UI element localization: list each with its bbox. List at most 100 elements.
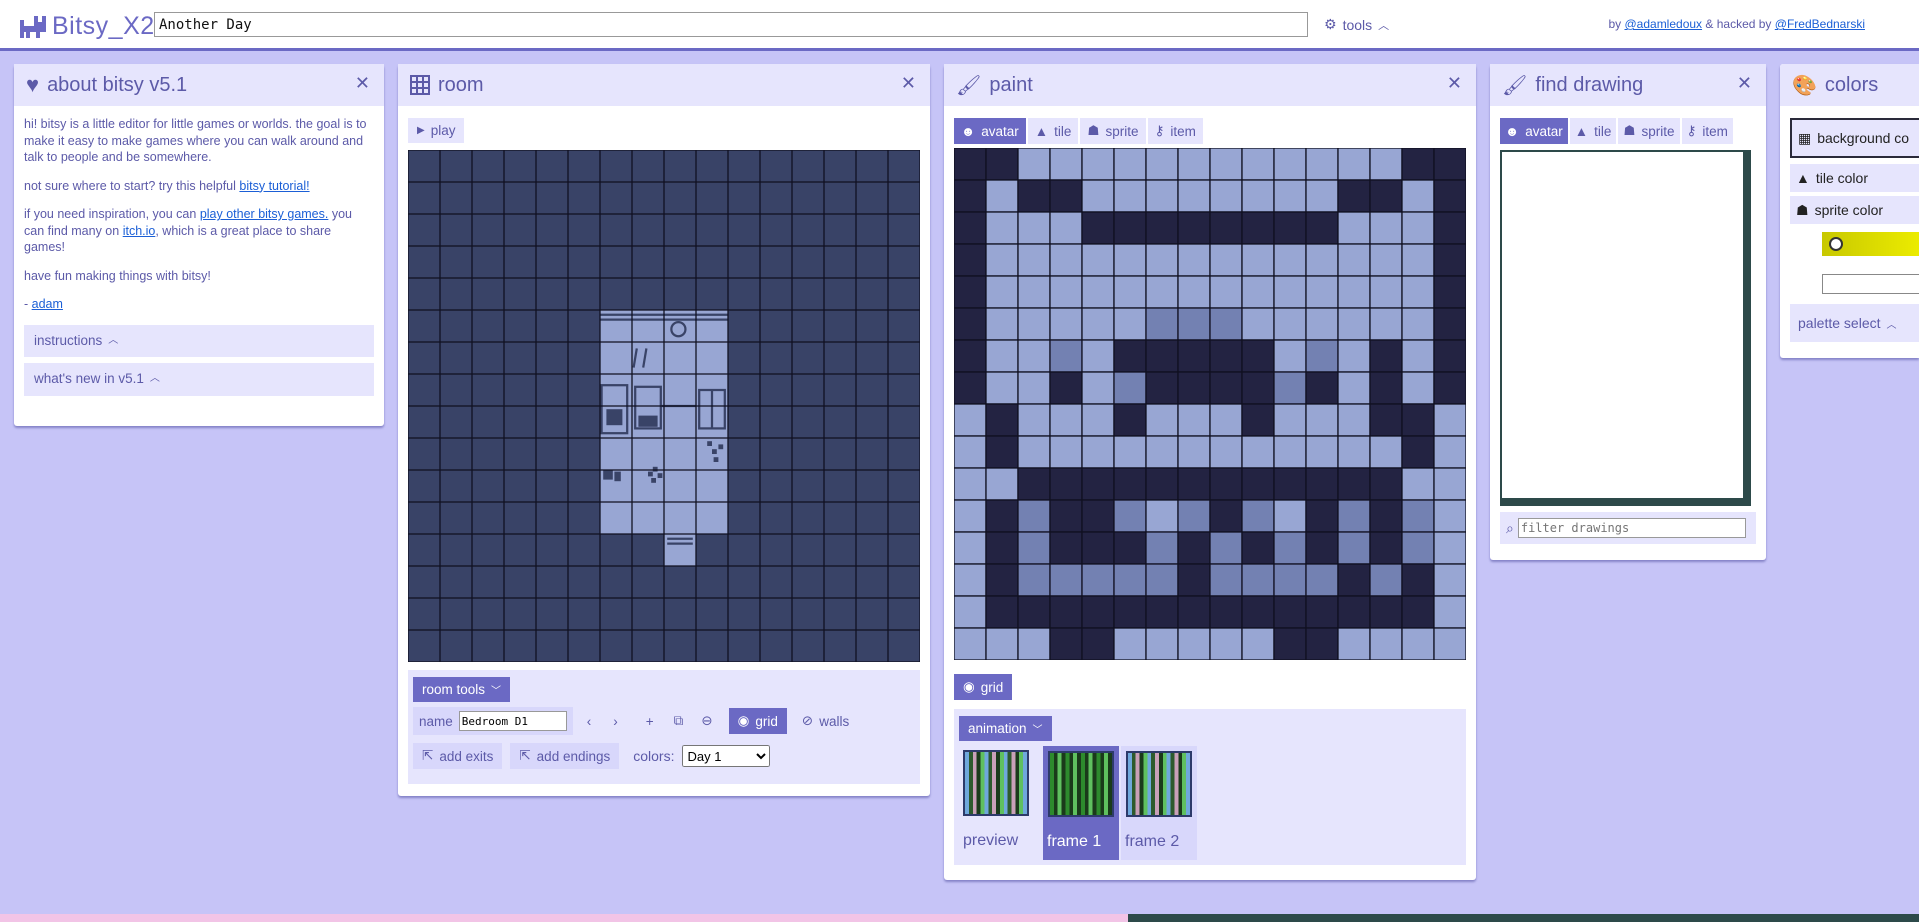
paint-pixel[interactable]: [985, 627, 1019, 660]
paint-pixel[interactable]: [1017, 307, 1051, 341]
hacker-link[interactable]: @FredBednarski: [1775, 17, 1865, 31]
paint-pixel[interactable]: [1273, 211, 1307, 245]
paint-pixel[interactable]: [954, 563, 987, 597]
itchio-link[interactable]: itch.io: [123, 224, 156, 238]
paint-pixel[interactable]: [1113, 371, 1147, 405]
instructions-toggle[interactable]: instructions ︿: [24, 324, 374, 357]
paint-pixel[interactable]: [1081, 371, 1115, 405]
close-icon[interactable]: ✕: [1737, 73, 1752, 94]
delete-room-icon[interactable]: ⊖: [695, 709, 719, 733]
paint-pixel[interactable]: [1241, 339, 1275, 373]
close-icon[interactable]: ✕: [355, 73, 370, 94]
paint-pixel[interactable]: [1209, 467, 1243, 501]
paint-pixel[interactable]: [1401, 243, 1435, 277]
paint-pixel[interactable]: [985, 179, 1019, 213]
paint-pixel[interactable]: [1305, 531, 1339, 565]
paint-pixel[interactable]: [1337, 531, 1371, 565]
paint-pixel[interactable]: [954, 275, 987, 309]
paint-pixel[interactable]: [954, 243, 987, 277]
paint-pixel[interactable]: [1305, 179, 1339, 213]
paint-pixel[interactable]: [1241, 499, 1275, 533]
paint-pixel[interactable]: [1177, 307, 1211, 341]
paint-pixel[interactable]: [1337, 467, 1371, 501]
paint-pixel[interactable]: [1401, 563, 1435, 597]
paint-pixel[interactable]: [1177, 243, 1211, 277]
paint-pixel[interactable]: [985, 275, 1019, 309]
paint-pixel[interactable]: [1049, 179, 1083, 213]
paint-pixel[interactable]: [1209, 627, 1243, 660]
paint-pixel[interactable]: [1017, 339, 1051, 373]
paint-pixel[interactable]: [1209, 371, 1243, 405]
paint-pixel[interactable]: [1273, 275, 1307, 309]
paint-pixel[interactable]: [985, 371, 1019, 405]
paint-pixel[interactable]: [1081, 563, 1115, 597]
paint-pixel[interactable]: [1433, 467, 1466, 501]
paint-pixel[interactable]: [1177, 435, 1211, 469]
paint-pixel[interactable]: [954, 307, 987, 341]
tab-item[interactable]: ⚷ item: [1147, 118, 1203, 144]
paint-pixel[interactable]: [1433, 403, 1466, 437]
duplicate-room-icon[interactable]: ⧉: [667, 709, 690, 733]
paint-pixel[interactable]: [1337, 307, 1371, 341]
paint-pixel[interactable]: [1145, 595, 1179, 629]
paint-pixel[interactable]: [1049, 148, 1083, 181]
paint-pixel[interactable]: [1369, 148, 1403, 181]
paint-pixel[interactable]: [1401, 275, 1435, 309]
paint-pixel[interactable]: [1337, 243, 1371, 277]
paint-pixel[interactable]: [1209, 148, 1243, 181]
paint-pixel[interactable]: [1017, 595, 1051, 629]
paint-pixel[interactable]: [954, 339, 987, 373]
paint-pixel[interactable]: [1401, 627, 1435, 660]
adam-link[interactable]: adam: [32, 297, 63, 311]
paint-pixel[interactable]: [1049, 243, 1083, 277]
paint-pixel[interactable]: [1273, 467, 1307, 501]
paint-pixel[interactable]: [1049, 627, 1083, 660]
paint-pixel[interactable]: [1209, 275, 1243, 309]
paint-pixel[interactable]: [1209, 595, 1243, 629]
paint-pixel[interactable]: [1305, 403, 1339, 437]
room-tools-button[interactable]: room tools ﹀: [413, 677, 511, 702]
paint-pixel[interactable]: [985, 499, 1019, 533]
paint-pixel[interactable]: [1209, 403, 1243, 437]
paint-pixel[interactable]: [1241, 531, 1275, 565]
paint-pixel[interactable]: [954, 179, 987, 213]
paint-pixel[interactable]: [1401, 339, 1435, 373]
paint-pixel[interactable]: [1337, 403, 1371, 437]
tab-tile[interactable]: ▲ tile: [1569, 118, 1617, 144]
paint-pixel[interactable]: [1273, 307, 1307, 341]
paint-pixel[interactable]: [1369, 467, 1403, 501]
drawing-list[interactable]: [1500, 150, 1751, 506]
paint-pixel[interactable]: [1273, 435, 1307, 469]
paint-pixel[interactable]: [1337, 499, 1371, 533]
paint-pixel[interactable]: [1049, 531, 1083, 565]
paint-pixel[interactable]: [1337, 179, 1371, 213]
paint-pixel[interactable]: [1081, 179, 1115, 213]
add-exits-button[interactable]: ⇱ add exits: [413, 743, 503, 769]
paint-pixel[interactable]: [1241, 403, 1275, 437]
paint-pixel[interactable]: [1145, 499, 1179, 533]
paint-pixel[interactable]: [1401, 211, 1435, 245]
paint-pixel[interactable]: [1145, 307, 1179, 341]
paint-pixel[interactable]: [1049, 211, 1083, 245]
paint-pixel[interactable]: [1081, 531, 1115, 565]
paint-pixel[interactable]: [985, 531, 1019, 565]
paint-pixel[interactable]: [1433, 531, 1466, 565]
paint-pixel[interactable]: [1273, 531, 1307, 565]
paint-pixel[interactable]: [985, 595, 1019, 629]
paint-pixel[interactable]: [1177, 531, 1211, 565]
paint-pixel[interactable]: [1433, 307, 1466, 341]
paint-pixel[interactable]: [1433, 627, 1466, 660]
next-room-button[interactable]: ›: [605, 709, 626, 733]
paint-pixel[interactable]: [1433, 243, 1466, 277]
paint-pixel[interactable]: [1177, 275, 1211, 309]
paint-pixel[interactable]: [1113, 467, 1147, 501]
paint-pixel[interactable]: [1305, 339, 1339, 373]
paint-pixel[interactable]: [1081, 339, 1115, 373]
paint-pixel[interactable]: [954, 148, 987, 181]
palette-select[interactable]: Day 1: [682, 745, 771, 767]
paint-pixel[interactable]: [1433, 371, 1466, 405]
paint-pixel[interactable]: [1177, 627, 1211, 660]
paint-pixel[interactable]: [1049, 339, 1083, 373]
paint-pixel[interactable]: [1017, 148, 1051, 181]
paint-pixel[interactable]: [1177, 371, 1211, 405]
